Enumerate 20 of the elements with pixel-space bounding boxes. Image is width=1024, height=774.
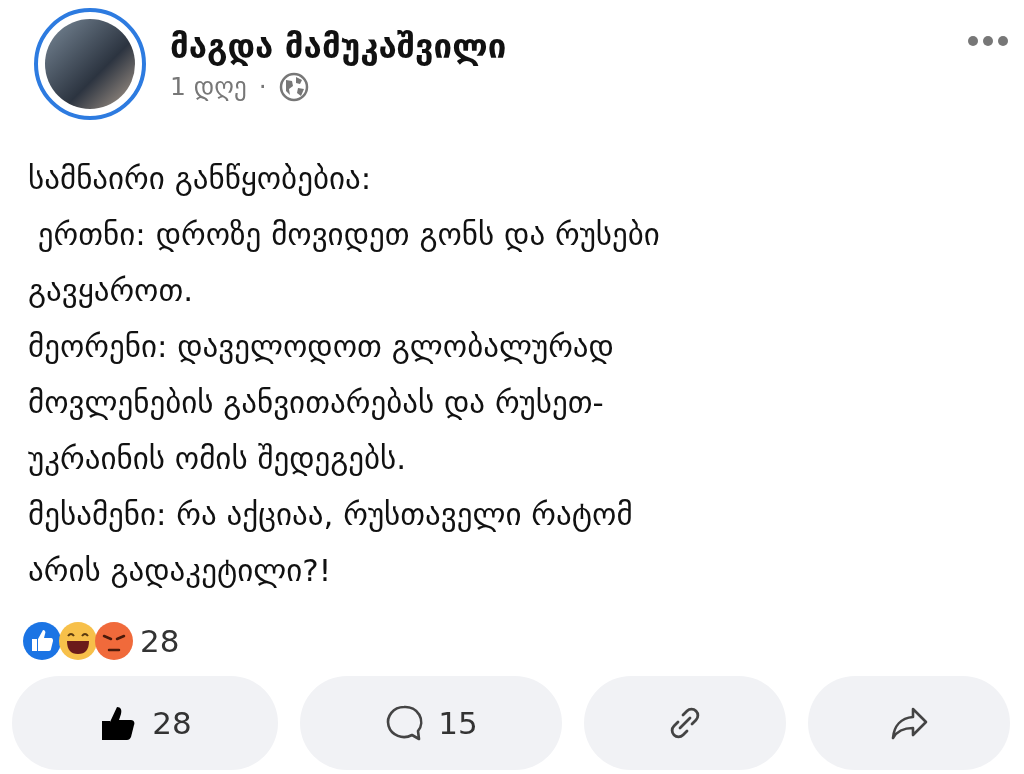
post-text-line: არის გადაკეტილი?! [28, 551, 333, 590]
post-text-line: უკრაინის ომის შედეგებს. [28, 439, 408, 478]
post-time[interactable]: 1 დღე [170, 72, 247, 101]
separator: · [258, 72, 267, 101]
laughing-emoji-icon [58, 621, 98, 661]
post-text-line: სამნაირი განწყობებია: [28, 159, 373, 198]
like-button[interactable]: 28 [12, 676, 278, 770]
post-text-line: გავყაროთ. [28, 271, 195, 310]
comment-button[interactable]: 15 [300, 676, 562, 770]
like-reaction-icon [22, 621, 62, 661]
speech-bubble-icon [384, 703, 425, 743]
angry-emoji-icon [94, 621, 134, 661]
post-text-line: მესამენი: რა აქციაა, რუსთაველი რატომ [28, 495, 634, 534]
post-text-line: მეორენი: დაველოდოთ გლობალურად [28, 327, 615, 366]
more-options-icon[interactable] [968, 36, 1008, 46]
post-text-line: მოვლენების განვითარებას და რუსეთ- [28, 383, 605, 422]
author-name[interactable]: მაგდა მამუკაშვილი [170, 26, 968, 66]
post-text-line: ერთნი: დროზე მოვიდეთ გონს და რუსები [36, 215, 661, 254]
reaction-count[interactable]: 28 [140, 623, 180, 659]
globe-icon [278, 71, 309, 102]
